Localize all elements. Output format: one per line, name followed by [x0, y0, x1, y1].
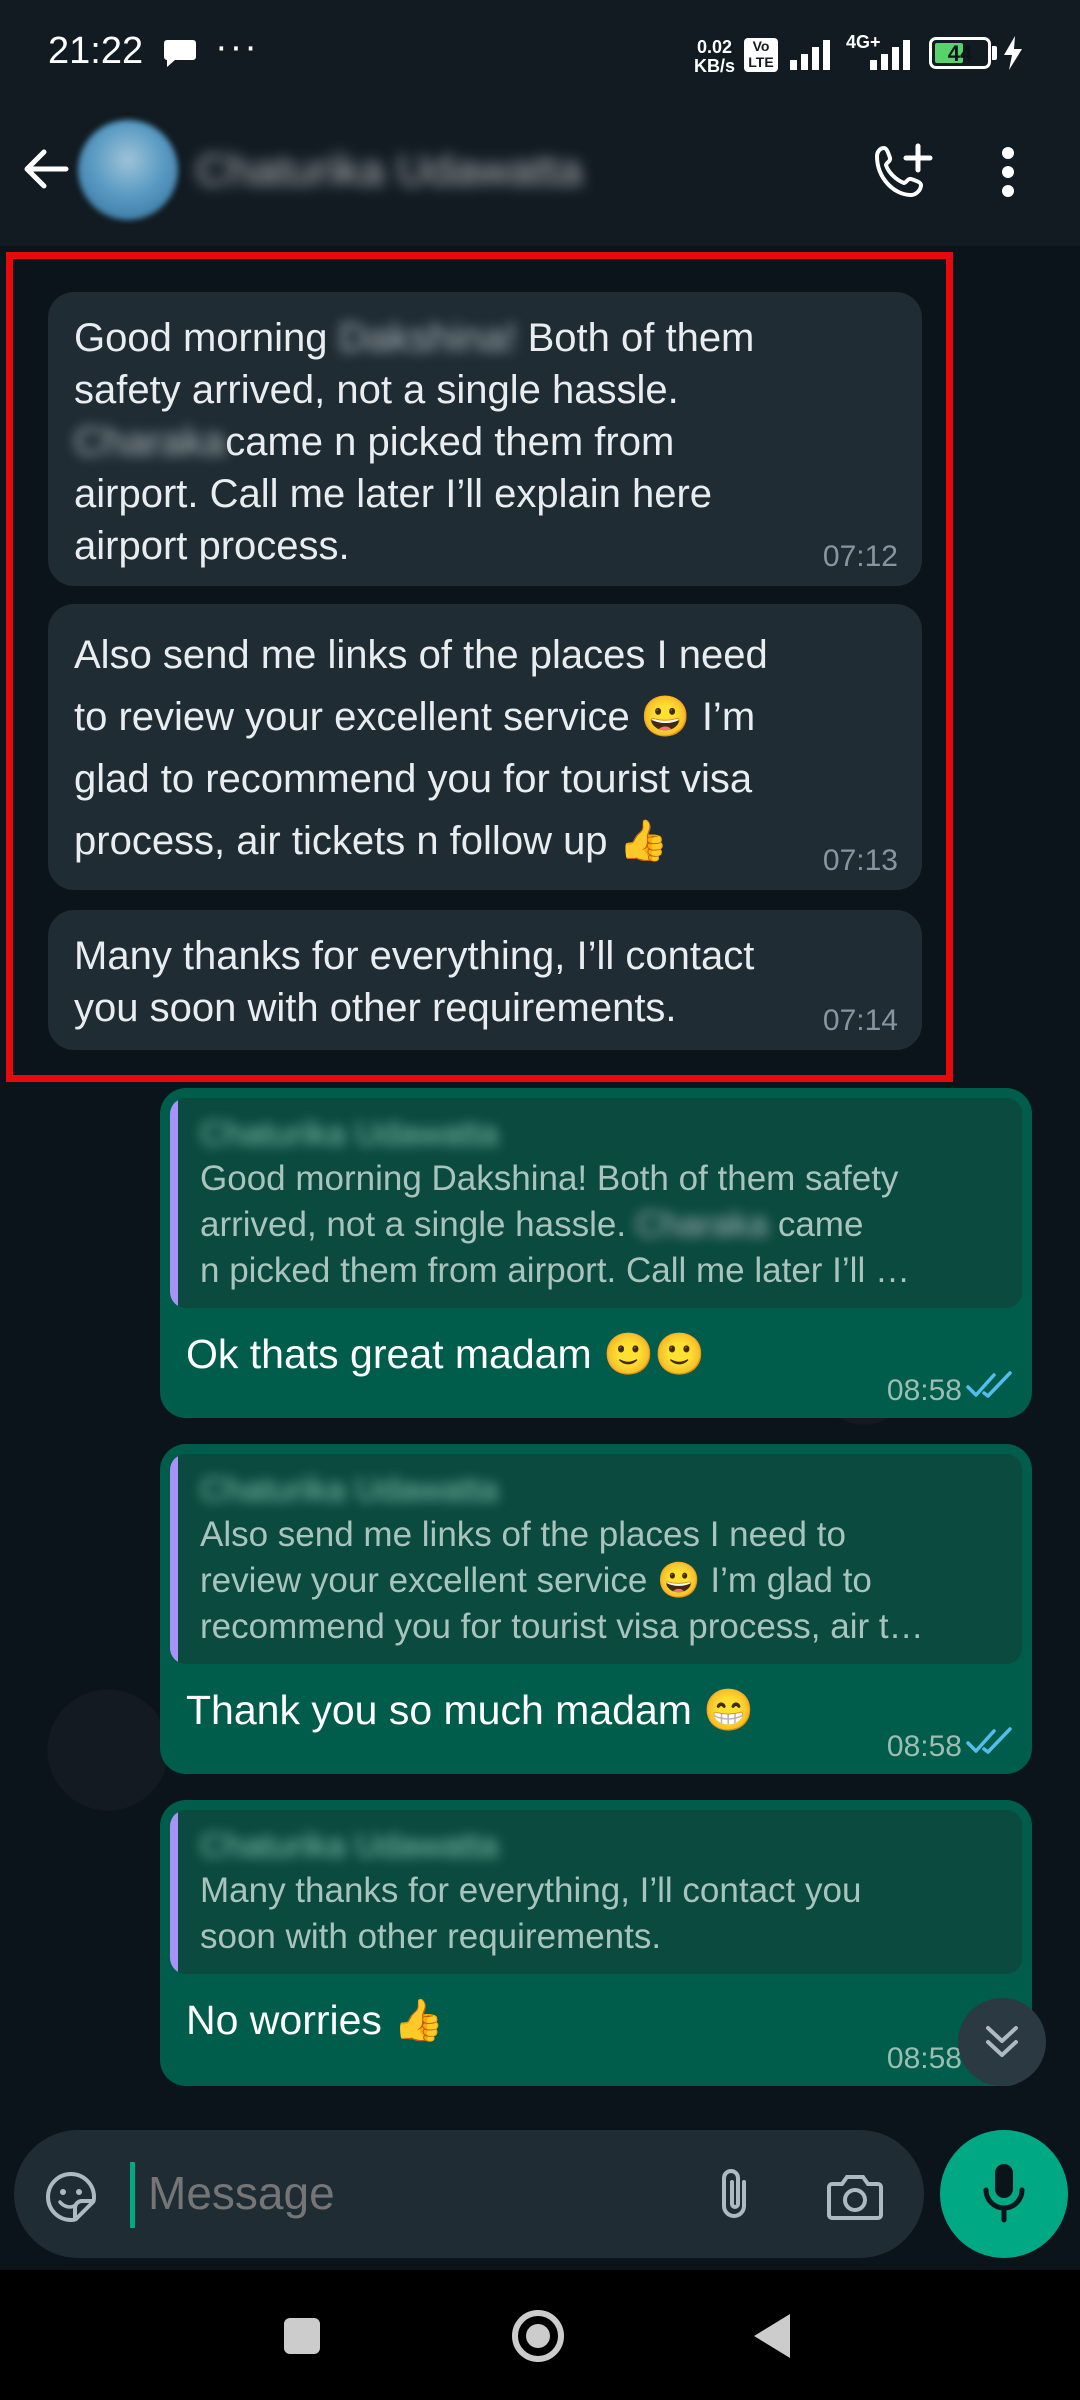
message-time: 07:12 [822, 540, 898, 573]
reply-text: Thank you so much madam 😁 [186, 1687, 755, 1733]
quote-author: Chaturika Udawatta [200, 1115, 499, 1153]
chat-area[interactable]: Good morning Dakshina! Both of them safe… [0, 246, 1080, 2126]
quoted-message[interactable]: Chaturika Udawatta Many thanks for every… [170, 1810, 1022, 1974]
incoming-message[interactable]: Good morning Dakshina! Both of them safe… [48, 292, 922, 586]
message-time: 07:14 [822, 1004, 898, 1037]
reply-text: No worries 👍 [186, 1997, 445, 2043]
read-ticks-icon [966, 1727, 1012, 1760]
input-bar [0, 2126, 1080, 2270]
camera-icon[interactable] [826, 2172, 884, 2227]
message-text: Also send me links of the places I need … [74, 633, 768, 863]
contact-name[interactable]: Chaturika Udawatta [196, 146, 582, 196]
network-speed: 0.02 KB/s [694, 37, 736, 76]
redacted-name: Dakshina! [338, 316, 517, 360]
message-time: 07:13 [822, 844, 898, 877]
scroll-to-bottom-button[interactable] [958, 1998, 1046, 2086]
redacted-name: Charaka [74, 420, 226, 464]
outgoing-message[interactable]: Chaturika Udawatta Also send me links of… [160, 1444, 1032, 1774]
quote-author: Chaturika Udawatta [200, 1471, 499, 1509]
battery-level: 44 [947, 41, 973, 66]
status-time: 21:22 [48, 30, 144, 72]
read-ticks-icon [966, 1371, 1012, 1404]
incoming-message[interactable]: Many thanks for everything, I’ll contact… [48, 910, 922, 1050]
redacted-name: Charaka [635, 1205, 769, 1244]
message-text: Good morning Dakshina! Both of them safe… [74, 312, 896, 572]
home-button[interactable] [512, 2310, 564, 2362]
voice-message-button[interactable] [940, 2130, 1068, 2258]
message-composer[interactable] [14, 2130, 924, 2258]
message-time: 08:58 [886, 1730, 962, 1763]
battery-icon: 44 [929, 37, 991, 69]
message-time: 08:58 [886, 2042, 962, 2075]
attach-icon[interactable] [714, 2166, 754, 2227]
chat-header: Chaturika Udawatta [0, 100, 1080, 246]
more-vert-icon[interactable] [1000, 146, 1016, 203]
text-cursor [130, 2162, 135, 2228]
signal-icon [788, 36, 840, 75]
volte-icon: Vo LTE [744, 38, 778, 72]
outgoing-message[interactable]: Chaturika Udawatta Many thanks for every… [160, 1800, 1032, 2086]
message-time: 08:58 [886, 1374, 962, 1407]
recents-button[interactable] [284, 2318, 320, 2354]
status-bar: 21:22 ··· 0.02 KB/s Vo LTE 4G+ 44 [0, 0, 1080, 100]
sticker-icon[interactable] [44, 2170, 98, 2229]
battery-cap [992, 46, 997, 60]
message-text: Many thanks for everything, I’ll contact… [74, 934, 755, 1030]
quoted-message[interactable]: Chaturika Udawatta Good morning Dakshina… [170, 1098, 1022, 1308]
signal-icon-2 [868, 36, 920, 75]
avatar[interactable] [78, 120, 178, 220]
quoted-message[interactable]: Chaturika Udawatta Also send me links of… [170, 1454, 1022, 1664]
reply-text: Ok thats great madam 🙂🙂 [186, 1331, 706, 1377]
incoming-message[interactable]: Also send me links of the places I need … [48, 604, 922, 890]
add-call-icon[interactable] [870, 142, 936, 213]
back-arrow-icon[interactable] [20, 144, 70, 199]
more-notifications-icon: ··· [215, 26, 259, 68]
message-input[interactable] [148, 2166, 648, 2220]
outgoing-message[interactable]: Chaturika Udawatta Good morning Dakshina… [160, 1088, 1032, 1418]
quote-text: Many thanks for everything, I’ll contact… [200, 1871, 862, 1956]
quote-author: Chaturika Udawatta [200, 1827, 499, 1865]
quote-text: Also send me links of the places I need … [200, 1515, 924, 1646]
quote-text: Good morning Dakshina! Both of them safe… [200, 1159, 910, 1290]
charging-icon [1002, 36, 1024, 75]
nav-back-icon[interactable] [752, 2312, 792, 2365]
chat-notification-icon [163, 38, 197, 73]
system-navigation-bar [0, 2270, 1080, 2400]
